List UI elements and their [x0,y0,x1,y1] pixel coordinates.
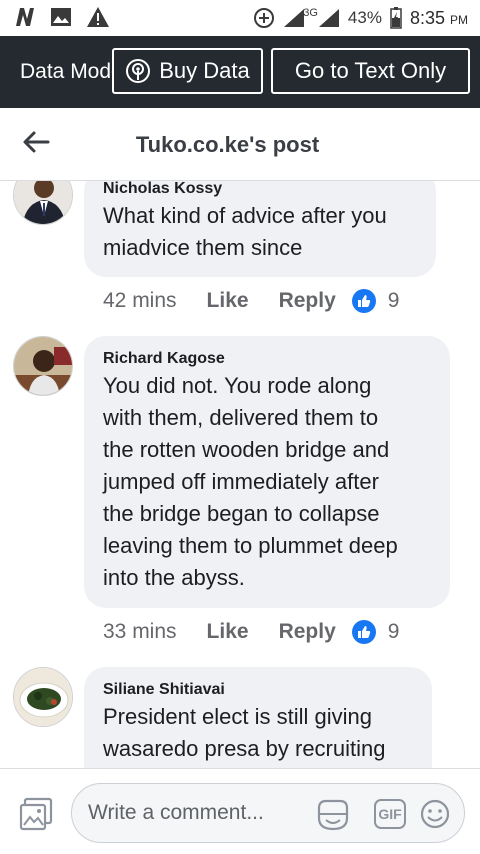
comment-input[interactable]: Write a comment... GIF [71,783,465,843]
warning-icon [87,7,109,27]
data-mode-banner: Data Mode Buy Data Go to Text Only [0,36,480,108]
page-title: Tuko.co.ke's post [135,132,320,157]
data-mode-label: Data Mode [20,60,123,83]
text-only-button[interactable]: Go to Text Only [271,48,470,94]
thumbs-up-icon [351,289,376,313]
signal-icon [284,9,305,27]
buy-data-button[interactable]: Buy Data [112,48,263,94]
buy-data-label: Buy Data [159,58,250,83]
avatar[interactable] [13,667,73,727]
comment-placeholder: Write a comment... [88,801,264,824]
comment-actions: 42 mins Like Reply 9 [103,289,399,313]
comment-actions: 33 mins Like Reply 9 [103,620,399,644]
comment-text: You did not. You rode along with them, d… [103,373,398,590]
comment-bubble[interactable]: Siliane Shitiavai President elect is sti… [84,667,432,768]
reaction-count[interactable]: 9 [351,289,399,313]
comment-author[interactable]: Richard Kagose [103,350,431,368]
avatar-photo [14,181,72,224]
comment-author[interactable]: Nicholas Kossy [103,181,417,198]
reaction-count[interactable]: 9 [351,620,399,644]
avatar-photo [14,668,72,726]
reply-button[interactable]: Reply [279,620,336,644]
data-saver-icon [254,8,275,28]
clock: 8:35 PM [409,7,468,28]
comment-list[interactable]: Nicholas Kossy What kind of advice after… [0,181,480,768]
thumbs-up-icon [351,620,376,644]
emoji-icon[interactable] [419,798,451,830]
comment-composer: Write a comment... GIF [0,768,480,854]
reply-button[interactable]: Reply [279,289,336,313]
avatar[interactable] [13,336,73,396]
avatar-photo [14,337,72,395]
comment-bubble[interactable]: Nicholas Kossy What kind of advice after… [84,181,436,277]
battery-icon [390,7,402,29]
avatar[interactable] [13,181,73,225]
photo-attach-icon[interactable] [18,796,54,832]
like-button[interactable]: Like [207,289,249,313]
comment-time: 42 mins [103,289,177,312]
comment-bubble[interactable]: Richard Kagose You did not. You rode alo… [84,336,450,608]
gif-button[interactable]: GIF [374,799,406,829]
network-type: 3G [303,7,318,19]
broadcast-icon [126,59,151,83]
like-button[interactable]: Like [207,620,249,644]
status-bar: 3G 43% 8:35 PM [0,0,480,36]
sticker-icon[interactable] [315,798,351,832]
comment-text: What kind of advice after you miadvice t… [103,203,387,260]
comment-time: 33 mins [103,620,177,643]
post-header: Tuko.co.ke's post [0,108,480,181]
image-icon [51,8,71,26]
comment-author[interactable]: Siliane Shitiavai [103,681,413,699]
n-icon [16,8,34,26]
text-only-label: Go to Text Only [294,58,447,83]
battery-percent: 43% [347,8,382,27]
comment-text: President elect is still giving wasaredo… [103,704,386,761]
signal-3g-icon [318,9,339,27]
